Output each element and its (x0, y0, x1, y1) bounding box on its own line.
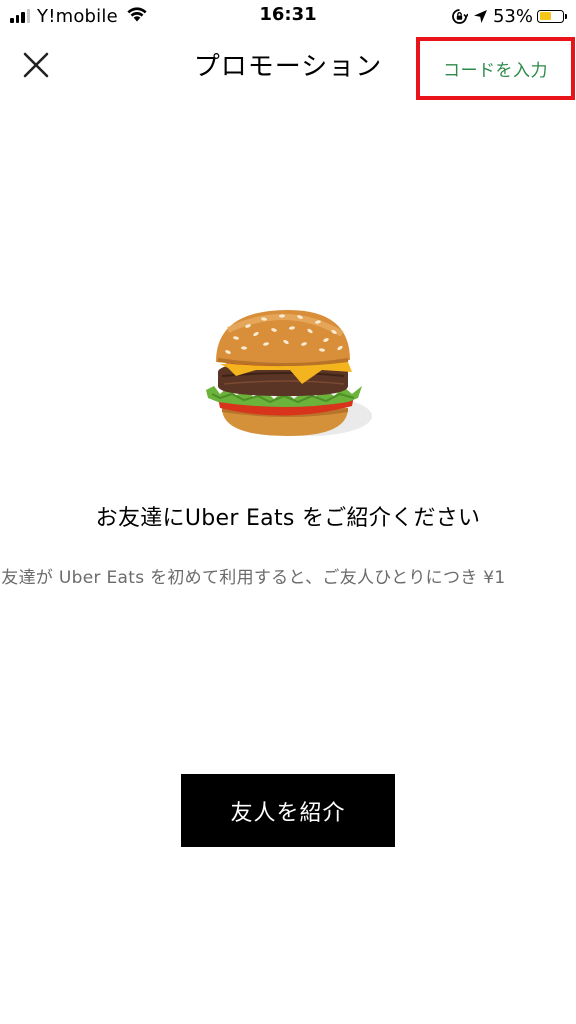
status-bar: Y!mobile 16:31 53% (0, 0, 576, 32)
promo-description-container: お友達が Uber Eats を初めて利用すると、ご友人ひとりにつき ¥1 (0, 563, 576, 589)
burger-image (206, 310, 372, 436)
battery-percent: 53% (492, 5, 533, 27)
promotions-screen: Y!mobile 16:31 53% プロモーション コードを入力 お友達にUb… (0, 0, 576, 1024)
nav-bar: プロモーション コードを入力 (0, 32, 576, 100)
promo-headline: お友達にUber Eats をご紹介ください (95, 506, 481, 531)
refer-friend-button[interactable]: 友人を紹介 (181, 774, 395, 847)
enter-code-label: コードを入力 (443, 61, 548, 81)
promo-description: お友達が Uber Eats を初めて利用すると、ご友人ひとりにつき ¥1 (0, 568, 506, 588)
battery-icon (537, 9, 567, 23)
orientation-lock-icon (451, 8, 468, 25)
status-right: 53% (451, 5, 567, 27)
battery-cap (565, 13, 567, 19)
enter-code-button[interactable]: コードを入力 (416, 37, 575, 100)
location-arrow-icon (473, 9, 488, 24)
refer-friend-label: 友人を紹介 (230, 800, 346, 826)
battery-level-fill (539, 12, 552, 20)
